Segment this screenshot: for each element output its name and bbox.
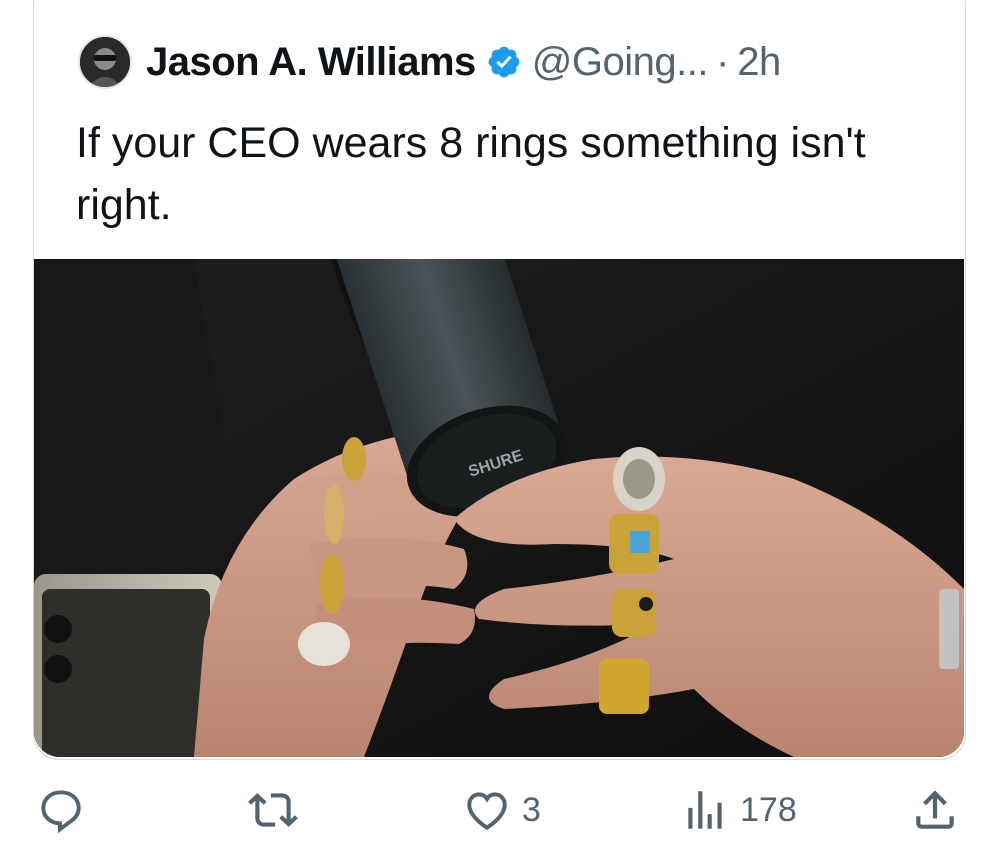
tweet-media-image[interactable]: SHURE — [34, 259, 964, 757]
tweet-text: If your CEO wears 8 rings something isn'… — [76, 119, 866, 229]
verified-badge-icon — [488, 46, 520, 78]
share-button[interactable] — [910, 770, 960, 850]
reply-icon — [41, 790, 81, 834]
avatar[interactable] — [78, 35, 132, 89]
timestamp[interactable]: 2h — [737, 40, 781, 85]
views-button[interactable]: 178 — [680, 770, 797, 850]
heart-icon — [467, 792, 507, 831]
reply-button[interactable] — [36, 770, 96, 850]
photo-hands-microphone-icon: SHURE — [34, 259, 964, 757]
retweet-icon — [248, 793, 298, 827]
like-count: 3 — [522, 790, 541, 829]
views-icon — [688, 791, 722, 829]
like-button[interactable]: 3 — [462, 770, 541, 850]
tweet-header: Jason A. Williams @Going... · 2h — [78, 34, 781, 90]
separator-dot: · — [715, 39, 730, 84]
author-handle[interactable]: @Going... — [532, 40, 709, 85]
share-icon — [916, 790, 954, 829]
tweet-actions: 3 178 — [0, 770, 1001, 850]
retweet-button[interactable] — [245, 770, 311, 850]
views-count: 178 — [740, 790, 797, 829]
author-name[interactable]: Jason A. Williams — [146, 40, 476, 85]
